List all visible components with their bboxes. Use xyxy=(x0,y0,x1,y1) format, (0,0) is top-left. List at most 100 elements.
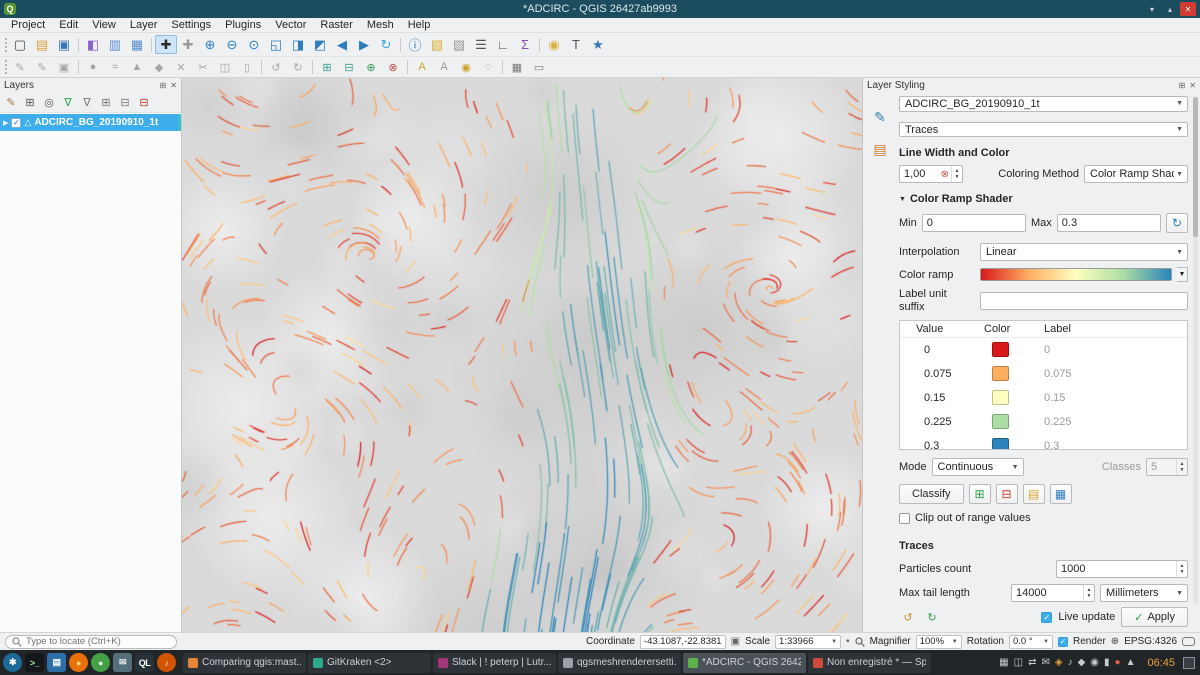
spinner-arrows-icon[interactable]: ▲▼ xyxy=(1083,585,1094,601)
max-tail-length-spin[interactable]: 14000 ▲▼ xyxy=(1011,584,1095,602)
color-swatch[interactable] xyxy=(992,342,1009,357)
toolbar-icon[interactable]: ↺ xyxy=(265,59,287,76)
color-map-table[interactable]: Value Color Label 0 0 xyxy=(899,320,1188,450)
scrollbar-thumb[interactable] xyxy=(1193,97,1198,237)
toolbar-icon[interactable] xyxy=(2,59,9,76)
toolbar-icon[interactable]: ▯ xyxy=(236,59,258,76)
line-width-spin[interactable]: 1,00 ⊗ ▲▼ xyxy=(899,165,963,183)
taskbar-app-icon[interactable]: QL xyxy=(135,653,154,672)
interpolation-selector[interactable]: Linear▼ xyxy=(980,243,1188,261)
toolbar-icon[interactable]: ▭ xyxy=(528,59,550,76)
toolbar-icon[interactable]: ⊕ xyxy=(360,59,382,76)
virtual-desktop-pager[interactable] xyxy=(1183,657,1195,669)
color-swatch[interactable] xyxy=(992,438,1009,450)
taskbar-app-icon[interactable]: >_ xyxy=(25,653,44,672)
color-map-row[interactable]: 0.3 0.3 xyxy=(900,434,1187,450)
particles-count-spin[interactable]: 1000 ▲▼ xyxy=(1056,560,1188,578)
label-unit-suffix-input[interactable] xyxy=(980,292,1188,310)
style-undo-icon[interactable]: ↺ xyxy=(899,609,917,625)
crs-value[interactable]: EPSG:4326 xyxy=(1124,636,1177,647)
symbology-tab-icon[interactable]: ✎ xyxy=(870,107,890,127)
toolbar-icon[interactable]: ▣ xyxy=(53,35,75,54)
locate-input[interactable] xyxy=(26,636,170,647)
layers-toolbar-icon[interactable]: ✎ xyxy=(2,95,20,111)
taskbar-app-icon[interactable]: ✉ xyxy=(113,653,132,672)
magnifier-spin[interactable]: 100%▼ xyxy=(916,635,962,649)
taskbar-app-icon[interactable]: ♪ xyxy=(157,653,176,672)
task-button[interactable]: Comparing qgis:mast... xyxy=(183,653,306,673)
renderer-selector[interactable]: Traces▼ xyxy=(899,122,1188,138)
toolbar-icon[interactable]: ⊗ xyxy=(382,59,404,76)
scrollbar[interactable] xyxy=(1193,97,1198,604)
tray-icon[interactable]: ▲ xyxy=(1126,657,1136,668)
task-button[interactable]: Non enregistré * — Sp... xyxy=(808,653,931,673)
extents-icon[interactable]: ▣ xyxy=(731,636,740,647)
taskbar-app-icon[interactable]: ▤ xyxy=(47,653,66,672)
taskbar-app-icon[interactable]: ● xyxy=(91,653,110,672)
tray-icon[interactable]: ◈ xyxy=(1055,657,1063,668)
spinner-arrows-icon[interactable]: ▲▼ xyxy=(951,166,962,182)
toolbar-icon[interactable] xyxy=(148,35,155,54)
color-ramp-shader-section-header[interactable]: ▼ Color Ramp Shader xyxy=(899,193,1188,205)
toolbar-icon[interactable] xyxy=(2,35,9,54)
menu-item[interactable]: Edit xyxy=(52,19,85,31)
toolbar-icon[interactable]: ▦ xyxy=(126,35,148,54)
toolbar-icon[interactable]: ☰ xyxy=(470,35,492,54)
toolbar-icon[interactable]: ★ xyxy=(587,35,609,54)
toolbar-icon[interactable]: ◉ xyxy=(455,59,477,76)
coloring-method-selector[interactable]: Color Ramp Shader▼ xyxy=(1084,165,1188,183)
menu-item[interactable]: Raster xyxy=(313,19,359,31)
toolbar-icon[interactable]: ⊞ xyxy=(316,59,338,76)
toolbar-icon[interactable] xyxy=(75,35,82,54)
layers-toolbar-icon[interactable]: ⊟ xyxy=(135,95,153,111)
expand-arrow-icon[interactable]: ▶ xyxy=(3,119,8,127)
color-map-row[interactable]: 0.15 0.15 xyxy=(900,386,1187,410)
toolbar-icon[interactable]: ▲ xyxy=(126,59,148,76)
color-map-row[interactable]: 0.075 0.075 xyxy=(900,362,1187,386)
layer-selector[interactable]: ADCIRC_BG_20190910_1t▼ xyxy=(899,96,1188,112)
toolbar-icon[interactable]: ✂ xyxy=(192,59,214,76)
toolbar-icon[interactable]: T xyxy=(565,35,587,54)
remove-value-icon[interactable]: ⊟ xyxy=(996,484,1018,504)
undock-icon[interactable]: ⊞ xyxy=(1179,81,1186,90)
toolbar-icon[interactable]: ✕ xyxy=(170,59,192,76)
toolbar-icon[interactable] xyxy=(536,35,543,54)
tray-icon[interactable]: ◫ xyxy=(1014,657,1023,668)
menu-item[interactable]: Help xyxy=(401,19,438,31)
menu-item[interactable]: Project xyxy=(4,19,52,31)
toolbar-icon[interactable]: ◀ xyxy=(331,35,353,54)
toolbar-icon[interactable]: ▢ xyxy=(9,35,31,54)
coordinate-value[interactable]: -43.1087,-22.8381 xyxy=(640,635,726,649)
toolbar-icon[interactable]: ⊟ xyxy=(338,59,360,76)
toolbar-icon[interactable]: ◨ xyxy=(287,35,309,54)
toolbar-icon[interactable]: ⓘ xyxy=(404,35,426,54)
tray-icon[interactable]: ◆ xyxy=(1078,657,1086,668)
layer-item[interactable]: ▶ ✓ △ ADCIRC_BG_20190910_1t xyxy=(0,114,181,131)
toolbar-icon[interactable]: ⊙ xyxy=(243,35,265,54)
toolbar-icon[interactable] xyxy=(397,35,404,54)
mesh-3d-tab-icon[interactable]: ▤ xyxy=(870,139,890,159)
taskbar-app-icon[interactable]: ✱ xyxy=(3,653,22,672)
layers-tree[interactable]: ▶ ✓ △ ADCIRC_BG_20190910_1t xyxy=(0,113,181,632)
crs-icon[interactable]: ⊕ xyxy=(1111,636,1119,647)
menu-item[interactable]: Mesh xyxy=(360,19,401,31)
toolbar-icon[interactable] xyxy=(499,59,506,76)
task-button[interactable]: Slack | ! peterp | Lutr... xyxy=(433,653,556,673)
style-redo-icon[interactable]: ↻ xyxy=(923,609,941,625)
mode-selector[interactable]: Continuous▼ xyxy=(932,458,1024,476)
toolbar-icon[interactable]: ✎ xyxy=(31,59,53,76)
clear-icon[interactable]: ⊗ xyxy=(939,169,951,180)
layers-toolbar-icon[interactable]: ⊟ xyxy=(116,95,134,111)
layers-toolbar-icon[interactable]: ◎ xyxy=(40,95,58,111)
menu-item[interactable]: Layer xyxy=(123,19,165,31)
map-canvas[interactable] xyxy=(182,78,862,632)
taskbar-app-icon[interactable]: ● xyxy=(69,653,88,672)
menu-item[interactable]: Vector xyxy=(268,19,313,31)
color-map-row[interactable]: 0 0 xyxy=(900,338,1187,362)
toolbar-icon[interactable] xyxy=(258,59,265,76)
toolbar-icon[interactable]: ◱ xyxy=(265,35,287,54)
tray-icon[interactable]: ♪ xyxy=(1068,657,1073,668)
task-button[interactable]: *ADCIRC - QGIS 26427... xyxy=(683,653,806,673)
close-icon[interactable]: ✕ xyxy=(1180,2,1196,16)
toolbar-icon[interactable]: ◉ xyxy=(543,35,565,54)
